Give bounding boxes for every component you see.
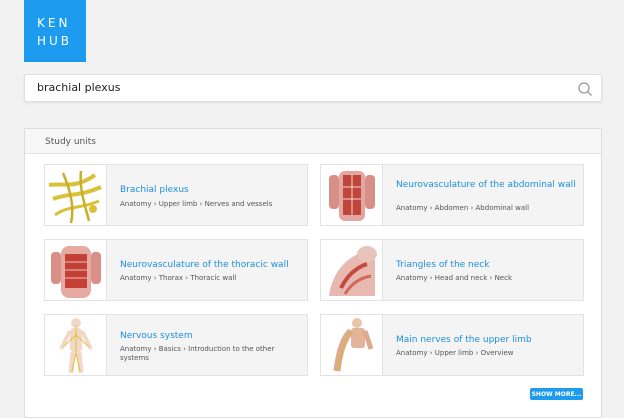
card-path: Anatomy › Head and neck › Neck xyxy=(396,274,513,282)
panel-title: Study units xyxy=(45,137,96,147)
study-unit-card[interactable]: Brachial plexus Anatomy › Upper limb › N… xyxy=(44,164,308,226)
card-path: Anatomy › Basics › Introduction to the o… xyxy=(120,345,275,362)
search-icon[interactable] xyxy=(577,81,593,97)
card-title[interactable]: Main nerves of the upper limb xyxy=(396,334,576,346)
card-title[interactable]: Nervous system xyxy=(120,330,300,342)
abdominal-wall-thumbnail xyxy=(321,165,383,225)
study-unit-card[interactable]: Triangles of the neck Anatomy › Head and… xyxy=(320,239,584,301)
show-more-button[interactable]: SHOW MORE... xyxy=(530,388,583,400)
thoracic-wall-thumbnail xyxy=(45,240,107,300)
card-path: Anatomy › Upper limb › Nerves and vessel… xyxy=(120,200,273,208)
neck-triangles-thumbnail xyxy=(321,240,383,300)
search-bar xyxy=(24,74,602,102)
study-unit-card[interactable]: Nervous system Anatomy › Basics › Introd… xyxy=(44,314,308,376)
card-title[interactable]: Neurovasculature of the thoracic wall xyxy=(120,259,300,271)
study-unit-card[interactable]: Main nerves of the upper limb Anatomy › … xyxy=(320,314,584,376)
card-title[interactable]: Triangles of the neck xyxy=(396,259,576,271)
study-unit-card[interactable]: Neurovasculature of the abdominal wall A… xyxy=(320,164,584,226)
card-path: Anatomy › Abdomen › Abdominal wall xyxy=(396,204,530,212)
study-units-panel: Study units Brachial plexus Anatomy › Up… xyxy=(24,128,602,418)
card-title[interactable]: Neurovasculature of the abdominal wall xyxy=(396,179,576,191)
logo-line-2: HUB xyxy=(37,34,73,48)
upper-limb-nerves-thumbnail xyxy=(321,315,383,375)
logo-line-1: KEN xyxy=(37,16,71,30)
kenhub-logo[interactable]: KEN HUB xyxy=(24,0,86,62)
panel-header: Study units xyxy=(25,129,601,154)
brachial-plexus-thumbnail xyxy=(45,165,107,225)
study-unit-card[interactable]: Neurovasculature of the thoracic wall An… xyxy=(44,239,308,301)
card-path: Anatomy › Thorax › Thoracic wall xyxy=(120,274,237,282)
card-title[interactable]: Brachial plexus xyxy=(120,184,300,196)
search-input[interactable] xyxy=(37,81,567,94)
nervous-system-thumbnail xyxy=(45,315,107,375)
card-path: Anatomy › Upper limb › Overview xyxy=(396,349,514,357)
